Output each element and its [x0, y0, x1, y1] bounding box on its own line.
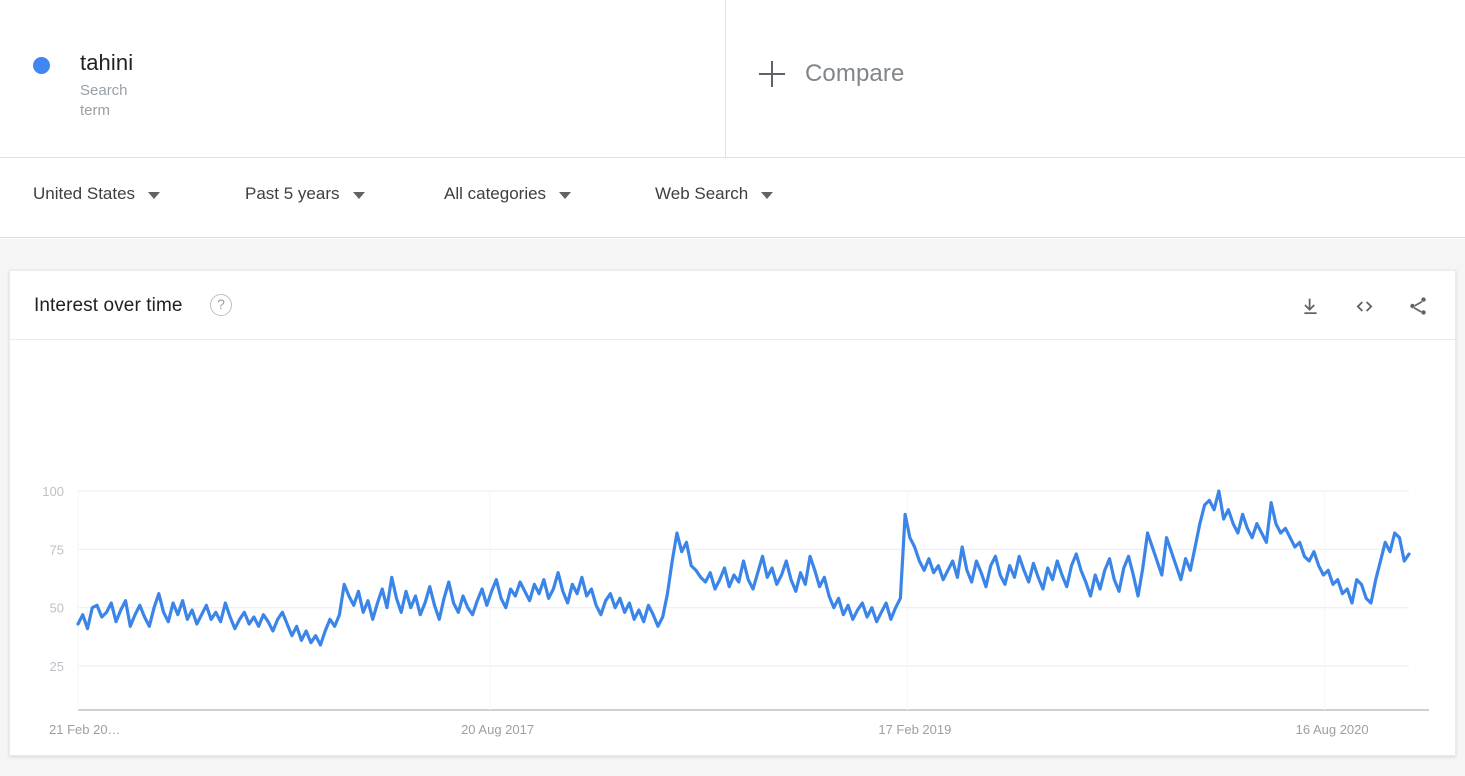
- y-axis-tick-label: 50: [50, 601, 64, 616]
- y-axis-tick-label: 100: [42, 484, 64, 499]
- filter-location-label: United States: [33, 184, 136, 203]
- card-actions: [1295, 291, 1433, 321]
- chevron-down-icon: [761, 192, 774, 199]
- embed-code-icon[interactable]: [1349, 291, 1379, 321]
- compare-card[interactable]: Compare: [727, 0, 1465, 157]
- plus-icon: [759, 61, 785, 87]
- x-axis-tick-label: 21 Feb 20…: [49, 722, 121, 737]
- filter-search-type[interactable]: Web Search: [655, 182, 774, 206]
- google-trends-page: tahini Search term Compare United States…: [0, 0, 1465, 776]
- interest-over-time-card: Interest over time ? 25 50 75 100 21 Feb…: [9, 270, 1456, 756]
- filter-time-range-label: Past 5 years: [245, 184, 340, 203]
- search-term-card[interactable]: tahini Search term: [0, 0, 726, 157]
- search-term-label: tahini: [80, 50, 134, 75]
- share-icon[interactable]: [1403, 291, 1433, 321]
- x-axis-tick-label: 16 Aug 2020: [1296, 722, 1369, 737]
- help-icon[interactable]: ?: [210, 294, 232, 316]
- page-title: Interest over time: [34, 295, 183, 316]
- compare-button[interactable]: Compare: [759, 60, 904, 88]
- y-axis-tick-label: 75: [50, 542, 64, 557]
- chevron-down-icon: [148, 192, 161, 199]
- search-term-type: Search term: [80, 82, 128, 119]
- chart-svg: 25 50 75 100 21 Feb 20… 20 Aug 2017 17 Feb 201…: [42, 484, 1429, 737]
- chevron-down-icon: [559, 192, 572, 199]
- search-term-bar: tahini Search term Compare: [0, 0, 1465, 158]
- filter-category-label: All categories: [444, 184, 547, 203]
- series-color-dot: [33, 57, 50, 74]
- chevron-down-icon: [352, 192, 365, 199]
- download-icon[interactable]: [1295, 291, 1325, 321]
- filter-category[interactable]: All categories: [444, 182, 572, 206]
- filter-time-range[interactable]: Past 5 years: [245, 182, 365, 206]
- interest-over-time-chart[interactable]: 25 50 75 100 21 Feb 20… 20 Aug 2017 17 Feb 201…: [10, 340, 1455, 756]
- filter-location[interactable]: United States: [33, 182, 161, 206]
- card-header: Interest over time ?: [10, 271, 1455, 340]
- filter-bar: United States Past 5 years All categorie…: [0, 158, 1465, 238]
- filter-search-type-label: Web Search: [655, 184, 749, 203]
- x-axis-tick-label: 20 Aug 2017: [461, 722, 534, 737]
- chart-line-tahini: [76, 489, 1411, 647]
- y-axis-tick-label: 25: [50, 659, 64, 674]
- x-axis-tick-label: 17 Feb 2019: [878, 722, 951, 737]
- compare-label: Compare: [805, 60, 905, 87]
